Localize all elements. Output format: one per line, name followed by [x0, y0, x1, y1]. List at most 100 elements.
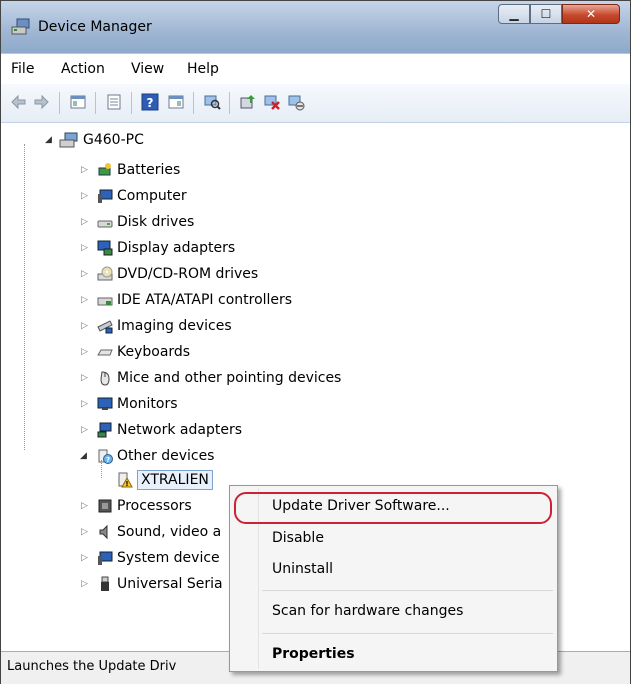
expand-icon[interactable]: ▷ [81, 211, 89, 233]
expand-icon[interactable]: ▷ [81, 547, 89, 569]
menu-file[interactable]: File [11, 61, 34, 77]
tree-row-monitors[interactable]: ▷ Monitors [1, 393, 401, 415]
tree-row-ide-controllers[interactable]: ▷ IDE ATA/ATAPI controllers [1, 289, 401, 311]
expand-icon[interactable]: ▷ [81, 185, 89, 207]
menu-item-uninstall[interactable]: Uninstall [272, 561, 333, 577]
maximize-button[interactable]: ☐ [530, 4, 562, 24]
collapse-icon[interactable]: ◢ [45, 129, 53, 151]
help-icon[interactable]: ? [141, 93, 159, 111]
scan-hardware-icon[interactable] [203, 93, 221, 111]
tree-row-mice[interactable]: ▷ Mice and other pointing devices [1, 367, 401, 389]
selected-device-label: XTRALIEN [137, 470, 213, 490]
tree-row-sound[interactable]: ▷ Sound, video a [1, 521, 229, 543]
ide-controller-icon [97, 297, 113, 306]
expand-icon[interactable]: ▷ [81, 393, 89, 415]
expand-icon[interactable]: ▷ [81, 419, 89, 441]
tree-row-batteries[interactable]: ▷ Batteries [1, 159, 401, 181]
tree-label: DVD/CD-ROM drives [117, 266, 259, 282]
menu-action[interactable]: Action [61, 61, 105, 77]
context-menu: Update Driver Software... Disable Uninst… [229, 485, 558, 672]
dvd-drive-icon [97, 266, 113, 281]
title-bar[interactable]: Device Manager ▁ ☐ ✕ [1, 1, 630, 53]
show-hide-tree-icon[interactable] [69, 93, 87, 111]
toolbar-separator [95, 92, 96, 114]
toolbar-separator [229, 92, 230, 114]
tree-row-imaging-devices[interactable]: ▷ Imaging devices [1, 315, 401, 337]
tree-label: Monitors [117, 396, 178, 412]
battery-icon [98, 163, 111, 176]
menu-item-properties[interactable]: Properties [272, 646, 355, 662]
caption-buttons: ▁ ☐ ✕ [498, 4, 620, 26]
tree-label: Keyboards [117, 344, 191, 360]
display-adapter-icon [97, 240, 113, 256]
expand-icon[interactable]: ▷ [81, 495, 89, 517]
tree-row-network-adapters[interactable]: ▷ Network adapters [1, 419, 401, 441]
tree-label: Universal Seria [117, 576, 223, 592]
menu-item-update-driver[interactable]: Update Driver Software... [272, 498, 450, 514]
menu-view[interactable]: View [131, 61, 164, 77]
warning-device-icon: ! [118, 472, 133, 488]
tree-row-dvd-drives[interactable]: ▷ DVD/CD-ROM drives [1, 263, 401, 285]
device-manager-window: Device Manager ▁ ☐ ✕ File Action View He… [0, 0, 631, 684]
expand-icon[interactable]: ▷ [81, 573, 89, 595]
tree-label: Imaging devices [117, 318, 232, 334]
collapse-icon[interactable]: ◢ [80, 445, 88, 467]
uninstall-icon[interactable] [263, 93, 281, 111]
device-manager-icon [11, 18, 30, 35]
expand-icon[interactable]: ▷ [81, 367, 89, 389]
forward-icon[interactable] [33, 93, 51, 111]
properties-page-icon[interactable] [105, 93, 123, 111]
tree-label: Mice and other pointing devices [117, 370, 342, 386]
update-driver-icon[interactable] [239, 93, 257, 111]
expand-icon[interactable]: ▷ [81, 289, 89, 311]
close-button[interactable]: ✕ [562, 4, 620, 24]
expand-icon[interactable]: ▷ [81, 521, 89, 543]
menu-separator [262, 590, 553, 591]
expand-icon[interactable]: ▷ [81, 263, 89, 285]
tree-label: Other devices [117, 448, 215, 464]
tree-row-usb[interactable]: ▷ Universal Seria [1, 573, 229, 595]
computer-icon [98, 189, 113, 203]
tree-row-keyboards[interactable]: ▷ Keyboards [1, 341, 401, 363]
tree-label: Display adapters [117, 240, 236, 256]
action-pane-icon[interactable] [167, 93, 185, 111]
disable-icon[interactable] [287, 93, 305, 111]
tree-label: Batteries [117, 162, 181, 178]
tree-label: Sound, video a [117, 524, 222, 540]
expand-icon[interactable]: ▷ [81, 315, 89, 337]
menu-separator [262, 633, 553, 634]
menu-item-disable[interactable]: Disable [272, 530, 324, 546]
expand-icon[interactable]: ▷ [81, 341, 89, 363]
tree-root-row[interactable]: ◢ G460-PC [1, 129, 301, 151]
tree-label: Disk drives [117, 214, 195, 230]
keyboard-icon [97, 349, 113, 356]
toolbar: ? [1, 84, 630, 123]
menu-item-scan-hardware[interactable]: Scan for hardware changes [272, 603, 463, 619]
tree-row-computer[interactable]: ▷ Computer [1, 185, 401, 207]
tree-label: Computer [117, 188, 187, 204]
tree-row-processors[interactable]: ▷ Processors [1, 495, 229, 517]
disk-drive-icon [97, 220, 113, 228]
tree-row-system-devices[interactable]: ▷ System device [1, 547, 229, 569]
tree-row-other-devices[interactable]: ◢ ? Other devices [1, 445, 401, 467]
expand-icon[interactable]: ▷ [81, 237, 89, 259]
mouse-icon [100, 371, 110, 386]
tree-label: Processors [117, 498, 192, 514]
tree-row-disk-drives[interactable]: ▷ Disk drives [1, 211, 401, 233]
toolbar-separator [131, 92, 132, 114]
usb-icon [101, 576, 109, 591]
processor-icon [98, 499, 112, 513]
menu-help[interactable]: Help [187, 61, 219, 77]
tree-row-display-adapters[interactable]: ▷ Display adapters [1, 237, 401, 259]
system-device-icon [98, 551, 113, 565]
close-icon: ✕ [585, 7, 597, 21]
toolbar-separator [193, 92, 194, 114]
window-title: Device Manager [38, 19, 152, 35]
back-icon[interactable] [9, 93, 27, 111]
toolbar-separator [59, 92, 60, 114]
minimize-icon: ▁ [509, 7, 519, 21]
menu-bar: File Action View Help [1, 53, 630, 85]
minimize-button[interactable]: ▁ [498, 4, 530, 24]
network-adapter-icon [97, 422, 112, 438]
expand-icon[interactable]: ▷ [81, 159, 89, 181]
